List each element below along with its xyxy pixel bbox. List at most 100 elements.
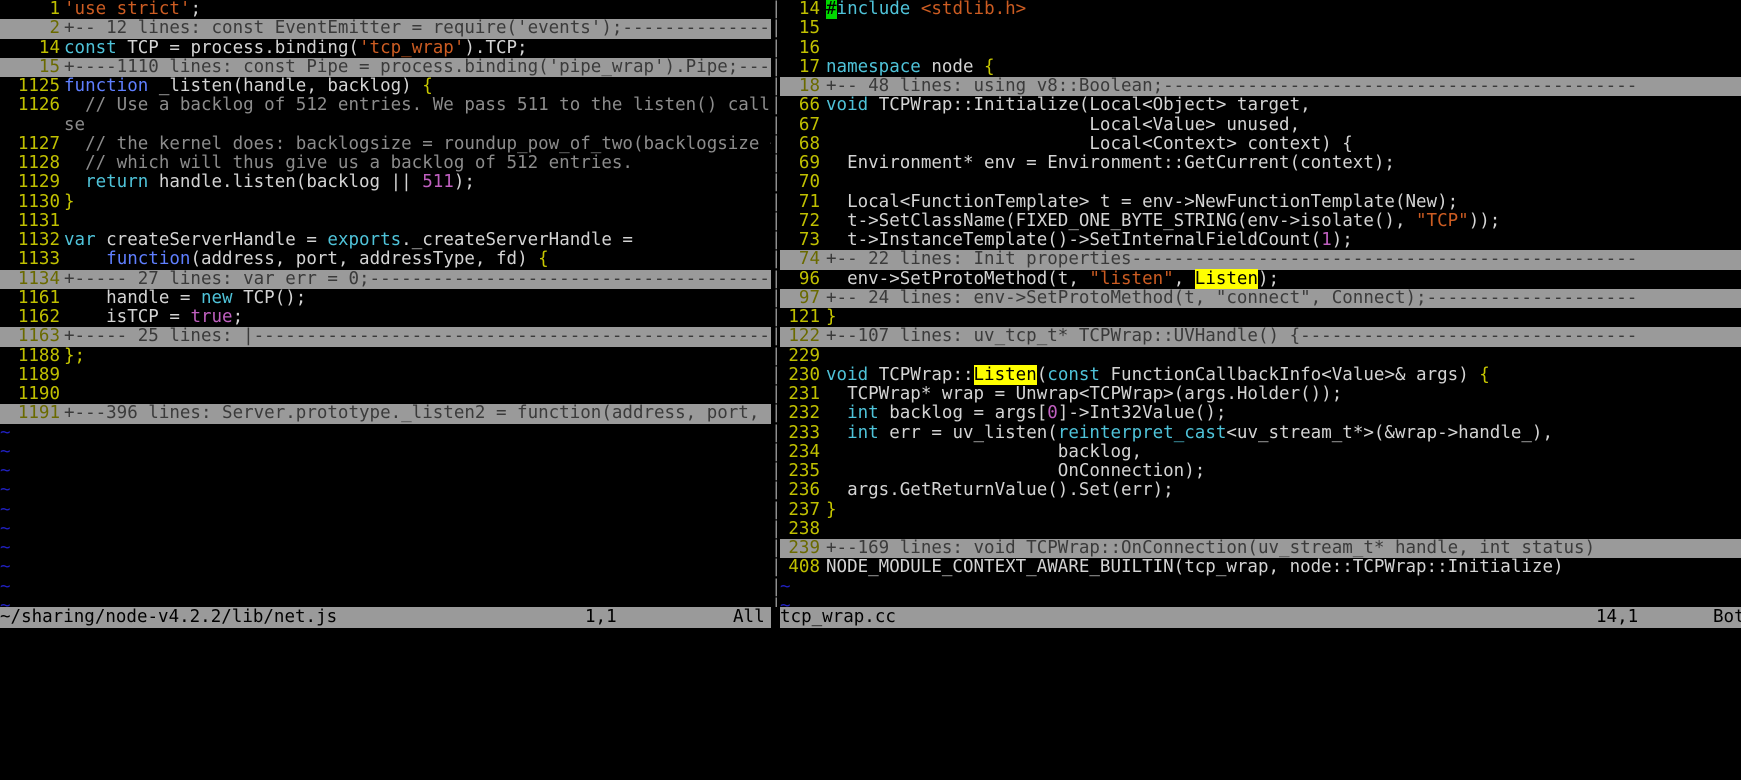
code-line[interactable]: 1132 var createServerHandle = exports._cr… bbox=[0, 230, 771, 250]
line-text: backlog, bbox=[826, 441, 1143, 462]
split-char: | bbox=[771, 0, 782, 19]
line-number: 235 bbox=[788, 461, 820, 481]
code-line[interactable]: 1128 // which will thus give us a backlo… bbox=[0, 153, 771, 173]
code-line[interactable]: 14 #include <stdlib.h> bbox=[780, 0, 1741, 19]
line-number: 72 bbox=[798, 210, 820, 231]
line-number: 74 bbox=[780, 249, 826, 270]
split-char: | bbox=[771, 268, 782, 289]
status-bar-separator bbox=[771, 607, 780, 628]
line-text: }; bbox=[64, 345, 86, 366]
split-char: | bbox=[771, 345, 782, 366]
code-line[interactable]: 1126 // Use a backlog of 512 entries. We… bbox=[0, 95, 771, 116]
code-line[interactable]: 73 t->InstanceTemplate()->SetInternalFie… bbox=[780, 230, 1741, 250]
line-number: 96 bbox=[798, 268, 820, 289]
fold-line[interactable]: 1134 +----- 27 lines: var err = 0;-------… bbox=[0, 268, 771, 289]
split-char: | bbox=[771, 95, 782, 116]
code-line[interactable]: 14 const TCP = process.binding('tcp_wrap'… bbox=[0, 38, 771, 58]
code-line[interactable]: 121} bbox=[780, 307, 1741, 327]
split-char: | bbox=[771, 18, 782, 39]
code-line[interactable]: 15 bbox=[780, 18, 1741, 38]
line-text: } bbox=[64, 191, 75, 212]
code-line[interactable]: 68 Local<Context> context) { bbox=[780, 133, 1741, 154]
code-line[interactable]: 17 namespace node { bbox=[780, 56, 1741, 77]
line-text: #include <stdlib.h> bbox=[826, 0, 1027, 19]
search-match: Listen bbox=[973, 364, 1037, 385]
code-line[interactable]: 235 OnConnection); bbox=[780, 461, 1741, 481]
code-line[interactable]: 1188}; bbox=[0, 345, 771, 366]
code-line[interactable]: 234 backlog, bbox=[780, 441, 1741, 462]
editor-pane-tcp-wrap-cc[interactable]: 14 #include <stdlib.h> 15 16 17 namespace … bbox=[780, 0, 1741, 607]
code-line[interactable]: 66 void TCPWrap::Initialize(Local<Object>… bbox=[780, 95, 1741, 115]
fold-line[interactable]: 97 +-- 24 lines: env->SetProtoMethod(t, "… bbox=[780, 288, 1741, 308]
code-line[interactable]: 237} bbox=[780, 500, 1741, 520]
line-number: 70 bbox=[798, 172, 820, 193]
code-line[interactable]: 1131 bbox=[0, 210, 771, 231]
line-number: 1132 bbox=[17, 230, 60, 250]
split-char: | bbox=[771, 287, 782, 308]
code-line[interactable]: 69 Environment* env = Environment::GetCu… bbox=[780, 153, 1741, 173]
code-line[interactable]: 1125 function _listen(handle, backlog) { bbox=[0, 76, 771, 96]
code-line[interactable]: 236 args.GetReturnValue().Set(err); bbox=[780, 480, 1741, 500]
fold-line[interactable]: 239 +--169 lines: void TCPWrap::OnConnect… bbox=[780, 538, 1741, 559]
command-line[interactable] bbox=[0, 628, 1741, 699]
line-number: 1131 bbox=[17, 210, 60, 231]
fold-line[interactable]: 1191 +---396 lines: Server.prototype._lis… bbox=[0, 403, 771, 424]
fold-text: +----- 27 lines: var err = 0;-----------… bbox=[64, 268, 771, 289]
code-line[interactable]: 1129 return handle.listen(backlog || 511… bbox=[0, 172, 771, 192]
code-line[interactable]: 233 int err = uv_listen(reinterpret_cast… bbox=[780, 423, 1741, 443]
code-line[interactable]: 71 Local<FunctionTemplate> t = env->NewF… bbox=[780, 192, 1741, 212]
line-number: 239 bbox=[780, 538, 826, 559]
status-left-position: 1,1 bbox=[585, 607, 617, 627]
code-line[interactable]: 1190 bbox=[0, 384, 771, 404]
code-line[interactable]: 238 bbox=[780, 518, 1741, 539]
line-number: 234 bbox=[788, 441, 820, 462]
fold-line[interactable]: 1163 +----- 25 lines: |------------------… bbox=[0, 326, 771, 347]
code-line[interactable]: 230 void TCPWrap::Listen(const FunctionCa… bbox=[780, 364, 1741, 385]
line-number: 15 bbox=[0, 57, 64, 77]
split-char: | bbox=[771, 518, 782, 539]
line-text: function(address, port, addressType, fd)… bbox=[106, 249, 549, 270]
empty-line-marker: ~ bbox=[0, 441, 11, 462]
window-split-separator[interactable]: | | | | | | | | | | | | | | | | | | | | … bbox=[771, 0, 782, 616]
fold-line[interactable]: 122 +--107 lines: uv_tcp_t* TCPWrap::UVHa… bbox=[780, 326, 1741, 347]
empty-line-marker: ~ bbox=[780, 595, 791, 607]
line-text: t->SetClassName(FIXED_ONE_BYTE_STRING(en… bbox=[826, 210, 1501, 231]
split-char: | bbox=[771, 307, 782, 327]
cursor: # bbox=[826, 0, 837, 19]
code-line[interactable]: 1189 bbox=[0, 364, 771, 385]
code-line[interactable]: 408 NODE_MODULE_CONTEXT_AWARE_BUILTIN(tcp… bbox=[780, 557, 1741, 577]
code-line[interactable]: 229 bbox=[780, 346, 1741, 366]
code-line[interactable]: 67 Local<Value> unused, bbox=[780, 114, 1741, 135]
code-line[interactable]: 1133 function(address, port, addressType… bbox=[0, 249, 771, 270]
code-line[interactable]: 1162 isTCP = true; bbox=[0, 307, 771, 327]
code-line[interactable]: 1161 handle = new TCP(); bbox=[0, 288, 771, 308]
code-line[interactable]: 231 TCPWrap* wrap = Unwrap<TCPWrap>(args… bbox=[780, 384, 1741, 404]
editor-pane-net-js[interactable]: 1'use strict'; 2 +-- 12 lines: const Even… bbox=[0, 0, 771, 607]
line-text: Local<Context> context) { bbox=[826, 133, 1353, 154]
line-number: 1189 bbox=[17, 364, 60, 385]
code-line-wrap[interactable]: se bbox=[0, 115, 771, 135]
fold-line[interactable]: 74 +-- 22 lines: Init properties---------… bbox=[780, 249, 1741, 270]
fold-line[interactable]: 15 +----1110 lines: const Pipe = process.… bbox=[0, 57, 771, 77]
code-line[interactable]: 72 t->SetClassName(FIXED_ONE_BYTE_STRING… bbox=[780, 210, 1741, 231]
split-char: | bbox=[771, 557, 782, 578]
code-line[interactable]: 232 int backlog = args[0]->Int32Value(); bbox=[780, 403, 1741, 423]
fold-line[interactable]: 18 +-- 48 lines: using v8::Boolean;------… bbox=[780, 76, 1741, 97]
fold-line[interactable]: 2 +-- 12 lines: const EventEmitter = requ… bbox=[0, 18, 771, 39]
code-line[interactable]: 1127 // the kernel does: backlogsize = r… bbox=[0, 134, 771, 154]
empty-line-marker: ~ bbox=[0, 576, 11, 597]
status-left-filename: ~/sharing/node-v4.2.2/lib/net.js bbox=[0, 607, 338, 627]
code-line[interactable]: 1130} bbox=[0, 191, 771, 212]
code-line[interactable]: 1'use strict'; bbox=[0, 0, 771, 19]
line-number: 67 bbox=[798, 114, 820, 135]
split-char: | bbox=[771, 364, 782, 385]
line-text: namespace node { bbox=[826, 56, 995, 77]
split-char: | bbox=[771, 422, 782, 443]
code-line[interactable]: 96 env->SetProtoMethod(t, "listen", List… bbox=[780, 268, 1741, 289]
line-number: 1162 bbox=[17, 307, 60, 327]
code-line[interactable]: 70 bbox=[780, 172, 1741, 193]
line-number: 1126 bbox=[17, 95, 60, 116]
line-number: 238 bbox=[788, 518, 820, 539]
code-line[interactable]: 16 bbox=[780, 38, 1741, 58]
line-text: 'use strict'; bbox=[64, 0, 201, 19]
